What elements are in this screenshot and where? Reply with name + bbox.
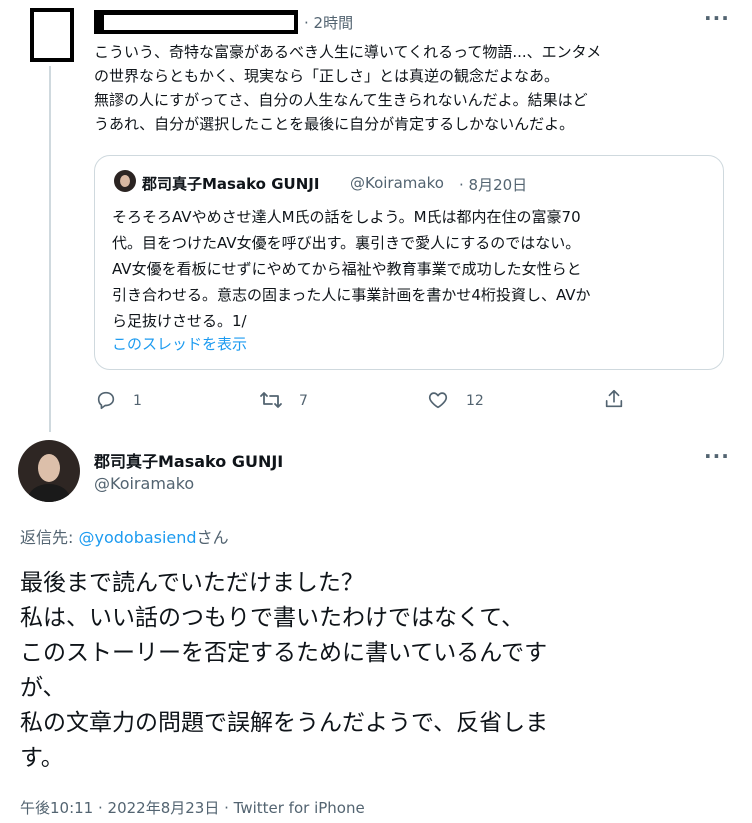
- reply-icon[interactable]: [95, 389, 117, 411]
- tweet-text-line: 最後まで読んでいただけました？: [20, 570, 364, 596]
- tweet-text-line: の世界ならともかく、現実なら「正しさ」とは真逆の観念だよなあ。: [94, 67, 560, 85]
- tweet-text-line: うあれ、自分が選択したことを最後に自分が肯定するしかないんだよ。: [94, 115, 575, 133]
- redacted-username-box: [104, 15, 294, 30]
- tweet-time[interactable]: · 2時間: [304, 12, 353, 33]
- tweet-text-line: 引き合わせる。意志の固まった人に事業計画を書かせ4桁投資し、AVか: [112, 286, 591, 304]
- show-thread-link[interactable]: このスレッドを表示: [112, 333, 247, 354]
- tweet-text-line: こういう、奇特な富豪があるべき人生に導いてくれるって物語...、エンタメ: [94, 43, 602, 61]
- tweet-text-line: 無謬の人にすがってさ、自分の人生なんて生きられないんだよ。結果はど: [94, 91, 588, 109]
- tweet-text-line: す。: [20, 745, 64, 771]
- reply-to-suffix: さん: [196, 528, 229, 547]
- quoted-author-name: 郡司真子Masako GUNJI: [142, 175, 320, 193]
- main-author-name[interactable]: 郡司真子Masako GUNJI: [94, 448, 283, 472]
- tweet-text-line: このストーリーを否定するために書いているんです: [20, 640, 548, 666]
- more-horizontal-icon[interactable]: ···: [704, 444, 730, 468]
- quoted-author-handle: @Koiramako: [350, 174, 444, 192]
- share-icon[interactable]: [603, 388, 625, 410]
- avatar-face: [120, 175, 130, 187]
- tweet-text-line: ら足抜けさせる。1/: [112, 312, 247, 330]
- tweet-text-line: AV女優を看板にせずにやめてから福祉や教育事業で成功した女性らと: [112, 260, 582, 278]
- quoted-tweet-text: そろそろAVやめさせ達人M氏の話をしよう。M氏は都内在住の富豪70 代。目をつけ…: [112, 204, 591, 334]
- tweet-text-line: 私の文章力の問題で誤解をうんだようで、反省しま: [20, 710, 549, 736]
- reply-tweet-text: こういう、奇特な富豪があるべき人生に導いてくれるって物語...、エンタメ の世界…: [94, 40, 601, 136]
- tweet-text-line: 私は、いい話のつもりで書いたわけではなくて、: [20, 605, 525, 631]
- main-avatar[interactable]: [18, 440, 80, 502]
- reply-to-label: 返信先: @yodobasiendさん: [20, 524, 229, 548]
- reply-count: 1: [133, 393, 142, 409]
- redacted-avatar[interactable]: [30, 8, 74, 62]
- main-tweet-text: 最後まで読んでいただけました？ 私は、いい話のつもりで書いたわけではなくて、 こ…: [20, 566, 548, 776]
- tweet-text-line: 代。目をつけたAV女優を呼び出す。裏引きで愛人にするのではない。: [112, 234, 581, 252]
- quoted-avatar: [114, 170, 136, 192]
- tweet-text-line: そろそろAVやめさせ達人M氏の話をしよう。M氏は都内在住の富豪70: [112, 208, 581, 226]
- like-count: 12: [466, 393, 484, 409]
- main-author-handle[interactable]: @Koiramako: [94, 474, 194, 493]
- thread-connector-line: [49, 66, 51, 432]
- more-horizontal-icon[interactable]: ···: [704, 6, 730, 30]
- avatar-face: [38, 454, 60, 482]
- reply-to-handle-link[interactable]: @yodobasiend: [78, 528, 196, 547]
- avatar-body: [28, 484, 70, 502]
- retweet-count: 7: [299, 393, 308, 409]
- retweet-icon[interactable]: [259, 389, 283, 411]
- tweet-timestamp[interactable]: 午後10:11 · 2022年8月23日 · Twitter for iPhon…: [20, 797, 365, 818]
- tweet-text-line: が、: [20, 675, 66, 701]
- quoted-tweet-date: · 8月20日: [459, 176, 528, 194]
- reply-to-prefix: 返信先:: [20, 528, 79, 547]
- like-icon[interactable]: [427, 389, 449, 411]
